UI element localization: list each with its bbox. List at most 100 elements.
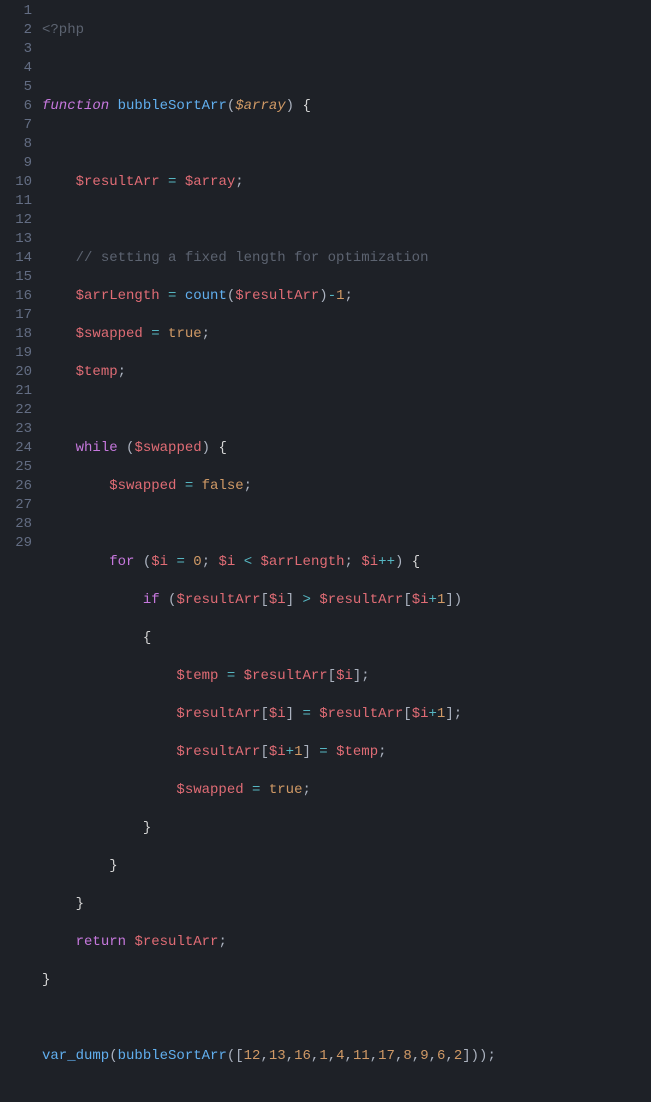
variable: $i [361,554,378,570]
boolean: true [168,326,202,342]
php-tag: <?php [42,22,84,38]
semicolon: ; [235,174,243,190]
variable: $swapped [109,478,176,494]
comma: , [286,1048,294,1064]
variable: $resultArr [176,592,260,608]
code-line[interactable]: var_dump(bubbleSortArr([12,13,16,1,4,11,… [42,1047,496,1066]
variable: $temp [176,668,218,684]
variable: $temp [76,364,118,380]
line-number: 9 [0,154,32,173]
paren: ( [168,592,176,608]
code-line[interactable]: $resultArr[$i] = $resultArr[$i+1]; [42,705,496,724]
variable: $resultArr [319,706,403,722]
variable: $resultArr [176,744,260,760]
paren: ) [319,288,327,304]
paren: ( [227,98,235,114]
brace: { [412,554,420,570]
code-line[interactable]: if ($resultArr[$i] > $resultArr[$i+1]) [42,591,496,610]
code-line[interactable]: <?php [42,21,496,40]
code-line[interactable] [42,135,496,154]
paren: ( [227,1048,235,1064]
code-editor[interactable]: <?php function bubbleSortArr($array) { $… [42,0,496,551]
variable: $resultArr [235,288,319,304]
variable: $resultArr [244,668,328,684]
line-number: 23 [0,420,32,439]
line-number: 2 [0,21,32,40]
comma: , [328,1048,336,1064]
number: 4 [336,1048,344,1064]
code-line[interactable]: $arrLength = count($resultArr)-1; [42,287,496,306]
code-line[interactable]: } [42,819,496,838]
variable: $temp [336,744,378,760]
line-number: 6 [0,97,32,116]
line-number: 7 [0,116,32,135]
code-line[interactable] [42,401,496,420]
variable: $i [269,706,286,722]
code-line[interactable]: $swapped = true; [42,325,496,344]
operator: = [319,744,327,760]
paren: ) [454,592,462,608]
code-line[interactable]: $temp; [42,363,496,382]
paren: ) [395,554,403,570]
code-line[interactable]: } [42,857,496,876]
variable: $resultArr [76,174,160,190]
number: 12 [244,1048,261,1064]
brace: } [42,972,50,988]
code-line[interactable]: } [42,971,496,990]
paren: ) [286,98,294,114]
keyword: if [143,592,160,608]
code-line[interactable]: while ($swapped) { [42,439,496,458]
code-line[interactable]: $swapped = true; [42,781,496,800]
variable: $i [269,592,286,608]
line-number: 10 [0,173,32,192]
code-line[interactable] [42,1009,496,1028]
keyword: return [76,934,126,950]
line-number: 24 [0,439,32,458]
number: 0 [193,554,201,570]
line-number: 3 [0,40,32,59]
code-line[interactable]: $swapped = false; [42,477,496,496]
variable: $i [219,554,236,570]
variable: $arrLength [76,288,160,304]
operator: = [151,326,159,342]
code-line[interactable]: $resultArr = $array; [42,173,496,192]
brace: { [302,98,310,114]
line-number: 21 [0,382,32,401]
code-line[interactable] [42,1085,496,1102]
line-number: 20 [0,363,32,382]
code-line[interactable] [42,59,496,78]
bracket: [ [403,706,411,722]
code-line[interactable]: $temp = $resultArr[$i]; [42,667,496,686]
bracket: ] [286,592,294,608]
code-line[interactable]: return $resultArr; [42,933,496,952]
semicolon: ; [202,326,210,342]
parameter: $array [235,98,285,114]
operator: + [429,592,437,608]
variable: $resultArr [134,934,218,950]
variable: $swapped [76,326,143,342]
code-line[interactable] [42,211,496,230]
line-number: 16 [0,287,32,306]
variable: $i [151,554,168,570]
code-line[interactable]: } [42,895,496,914]
variable: $swapped [134,440,201,456]
line-number: 14 [0,249,32,268]
variable: $i [412,706,429,722]
variable: $resultArr [319,592,403,608]
bracket: [ [403,592,411,608]
code-line[interactable]: { [42,629,496,648]
boolean: true [269,782,303,798]
number: 17 [378,1048,395,1064]
code-line[interactable]: // setting a fixed length for optimizati… [42,249,496,268]
line-number: 5 [0,78,32,97]
bracket: [ [260,744,268,760]
code-line[interactable] [42,515,496,534]
comma: , [429,1048,437,1064]
function-call: count [185,288,227,304]
bracket: ] [353,668,361,684]
keyword: for [109,554,134,570]
operator: < [244,554,252,570]
code-line[interactable]: function bubbleSortArr($array) { [42,97,496,116]
code-line[interactable]: $resultArr[$i+1] = $temp; [42,743,496,762]
code-line[interactable]: for ($i = 0; $i < $arrLength; $i++) { [42,553,496,572]
